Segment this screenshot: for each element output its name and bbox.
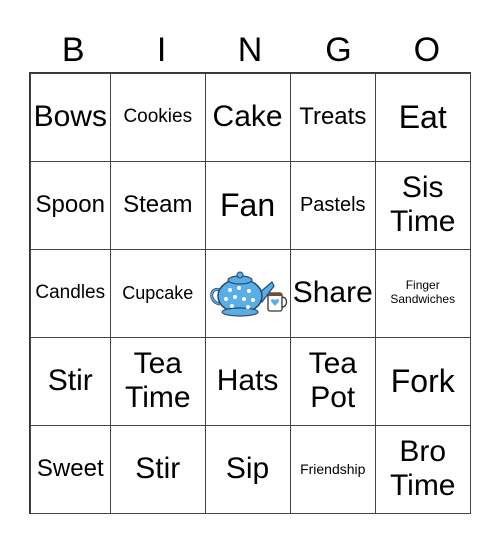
bingo-cell[interactable]: Treats xyxy=(289,72,376,162)
bingo-cell[interactable]: Pastels xyxy=(289,160,376,250)
header-letter-o: O xyxy=(413,31,441,69)
bingo-cell[interactable]: Fan xyxy=(204,160,291,250)
bingo-cell[interactable]: Spoon xyxy=(29,160,112,250)
bingo-cell[interactable]: Tea Time xyxy=(110,336,206,426)
header-letter-n: N xyxy=(237,31,263,69)
bingo-cell[interactable]: Bows xyxy=(29,72,112,162)
bingo-header: B I N G O xyxy=(29,28,471,72)
bingo-cell[interactable]: Fork xyxy=(374,336,471,426)
bingo-cell[interactable]: Sweet xyxy=(29,424,112,514)
bingo-cell[interactable]: Cupcake xyxy=(110,248,206,338)
bingo-cell[interactable]: Cake xyxy=(204,72,291,162)
bingo-cell[interactable]: Hats xyxy=(204,336,291,426)
bingo-cell[interactable]: Sip xyxy=(204,424,291,514)
bingo-cell[interactable]: Finger Sandwiches xyxy=(374,248,471,338)
header-letter-i: I xyxy=(156,31,167,69)
bingo-cell[interactable]: Candles xyxy=(29,248,112,338)
bingo-cell[interactable]: Sis Time xyxy=(374,160,471,250)
bingo-cell[interactable]: Stir xyxy=(29,336,112,426)
teapot-and-cup-icon xyxy=(209,271,287,317)
header-letter-b: B xyxy=(61,31,85,69)
bingo-cell[interactable]: Stir xyxy=(110,424,206,514)
bingo-cell[interactable]: Bro Time xyxy=(374,424,471,514)
bingo-cell[interactable]: Steam xyxy=(110,160,206,250)
bingo-grid: Bows Cookies Cake Treats Eat Spoon Steam… xyxy=(29,72,471,514)
bingo-cell[interactable]: Tea Pot xyxy=(289,336,376,426)
bingo-cell[interactable]: Eat xyxy=(374,72,471,162)
bingo-cell[interactable]: Share xyxy=(289,248,376,338)
bingo-cell[interactable]: Cookies xyxy=(110,72,206,162)
free-space[interactable] xyxy=(204,248,291,338)
bingo-cell[interactable]: Friendship xyxy=(289,424,376,514)
header-letter-g: G xyxy=(325,31,352,69)
